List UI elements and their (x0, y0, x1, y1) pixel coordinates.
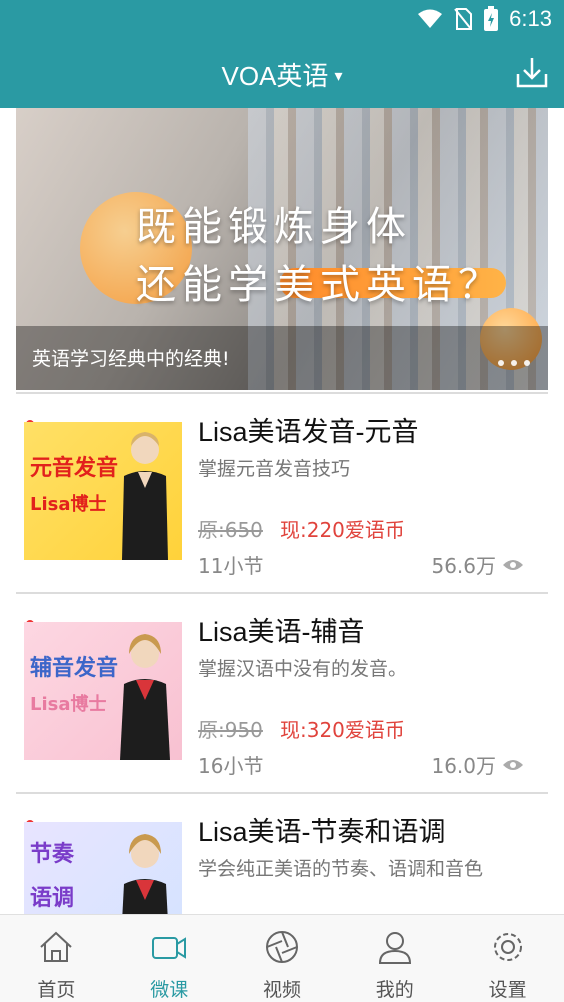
view-count-value: 16.0万 (431, 754, 496, 778)
user-icon (378, 932, 411, 964)
aperture-icon (265, 931, 298, 963)
view-count-value: 56.6万 (431, 554, 496, 578)
bottom-tab-bar: 首页 微课 视频 我的 设置 (0, 914, 564, 1002)
course-description: 掌握元音发音技巧 (198, 458, 351, 480)
section-count: 11小节 (198, 554, 264, 578)
thumbnail-title: 节奏 (30, 842, 75, 867)
eye-icon (503, 759, 523, 770)
tab-label: 我的 (375, 979, 414, 1001)
view-count: 16.0万 (431, 750, 524, 779)
tab-micro-course[interactable]: 微课 (113, 915, 226, 1002)
original-price: 原:650 (198, 518, 263, 542)
thumbnail-subtitle: Lisa博士 (30, 494, 107, 515)
course-thumbnail: 辅音发音 Lisa博士 (24, 622, 182, 760)
instructor-image (120, 634, 170, 760)
course-title: Lisa美语-辅音 (198, 617, 365, 647)
download-icon[interactable] (514, 54, 550, 90)
course-item[interactable]: 元音发音 Lisa博士 Lisa美语发音-元音 掌握元音发音技巧 原:650 现… (16, 392, 548, 592)
divider (16, 592, 548, 594)
home-icon (40, 931, 73, 962)
eye-icon (503, 559, 523, 570)
banner-caption-text: 英语学习经典中的经典! (32, 348, 230, 370)
course-thumbnail: 节奏 语调 (24, 822, 182, 914)
video-camera-icon (152, 937, 187, 959)
tab-video[interactable]: 视频 (226, 915, 339, 1002)
tab-label: 首页 (37, 979, 76, 1001)
course-title: Lisa美语-节奏和语调 (198, 817, 446, 847)
thumbnail-subtitle: Lisa博士 (30, 694, 107, 715)
current-price: 现:320爱语币 (280, 718, 405, 742)
thumbnail-title: 元音发音 (30, 456, 119, 481)
banner-page-indicator (498, 360, 530, 366)
channel-title: VOA英语 (221, 61, 329, 91)
course-item[interactable]: 节奏 语调 Lisa美语-节奏和语调 学会纯正美语的节奏、语调和音色 (16, 792, 548, 914)
divider (16, 792, 548, 794)
original-price: 原:950 (198, 718, 263, 742)
battery-charging-icon (484, 6, 499, 31)
wifi-icon (418, 9, 443, 28)
status-bar: 6:13 (0, 0, 564, 40)
tab-mine[interactable]: 我的 (338, 915, 451, 1002)
divider (16, 392, 548, 394)
tab-label: 微课 (150, 979, 189, 1001)
app-bar: VOA英语 ▾ (0, 40, 564, 108)
view-count: 56.6万 (431, 550, 524, 579)
thumbnail-subtitle: 语调 (30, 886, 75, 911)
course-thumbnail: 元音发音 Lisa博士 (24, 422, 182, 560)
thumbnail-title: 辅音发音 (30, 656, 119, 681)
no-sim-icon (454, 8, 473, 30)
course-item[interactable]: 辅音发音 Lisa博士 Lisa美语-辅音 掌握汉语中没有的发音。 原:950 … (16, 592, 548, 792)
tab-label: 视频 (262, 979, 301, 1001)
course-title: Lisa美语发音-元音 (198, 417, 419, 447)
channel-selector[interactable]: VOA英语 ▾ (0, 56, 564, 93)
tab-home[interactable]: 首页 (0, 915, 113, 1002)
banner-headline-2: 还能学美式英语？ (136, 262, 504, 308)
dropdown-caret-icon: ▾ (334, 68, 343, 85)
instructor-image (122, 834, 168, 914)
banner-caption: 英语学习经典中的经典! (16, 326, 548, 390)
clock: 6:13 (509, 6, 552, 31)
tab-label: 设置 (488, 979, 527, 1001)
course-description: 学会纯正美语的节奏、语调和音色 (198, 858, 484, 880)
current-price: 现:220爱语币 (280, 518, 405, 542)
tab-settings[interactable]: 设置 (451, 915, 564, 1002)
gear-icon (493, 933, 522, 961)
promo-banner[interactable]: 既能锻炼身体 还能学美式英语？ 英语学习经典中的经典! (16, 108, 548, 390)
section-count: 16小节 (198, 754, 264, 778)
banner-headline-1: 既能锻炼身体 (136, 204, 412, 250)
instructor-image (122, 432, 168, 560)
course-description: 掌握汉语中没有的发音。 (198, 658, 408, 680)
